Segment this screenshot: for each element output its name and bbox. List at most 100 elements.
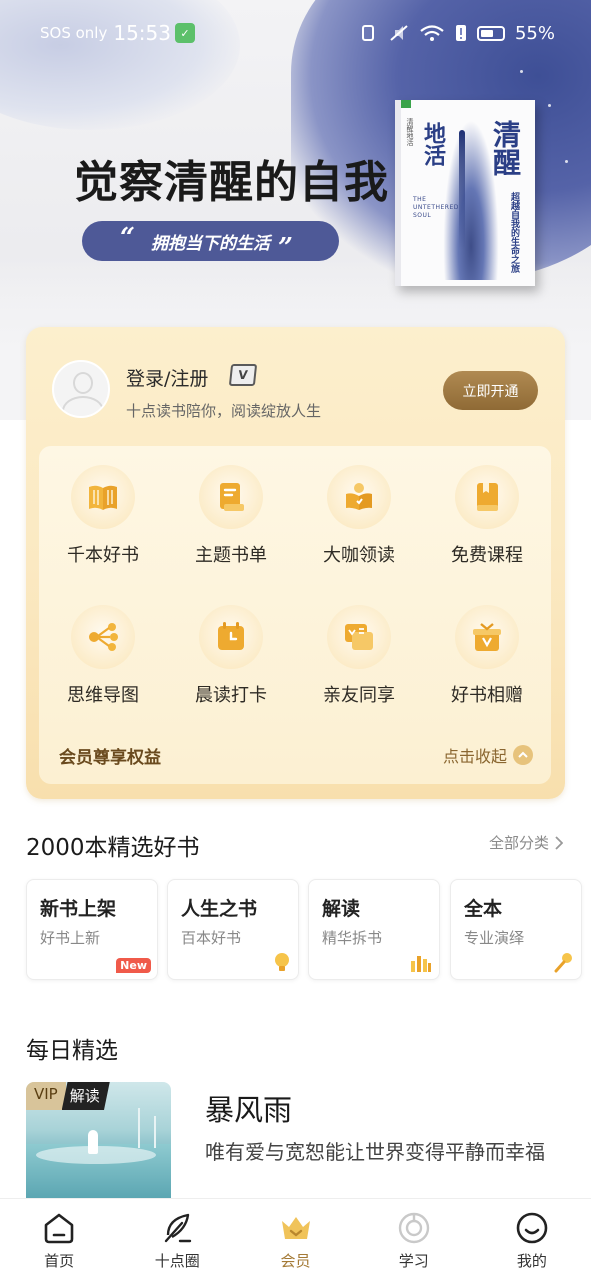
share-icon [345, 624, 373, 650]
tab-circle[interactable]: 十点圈 [118, 1199, 236, 1280]
category-card-full[interactable]: 全本 专业演绎 [450, 879, 582, 980]
mute-icon [390, 25, 408, 41]
category-subtitle: 好书上新 [40, 929, 101, 947]
bulb-icon [275, 953, 289, 971]
collapse-benefits-button[interactable]: 点击收起 [443, 743, 533, 767]
benefit-icon-bg [455, 465, 519, 529]
benefit-label: 晨读打卡 [195, 685, 267, 706]
tab-label: 学习 [398, 1252, 429, 1270]
avatar-head-shape [73, 372, 93, 394]
daily-picks-title: 每日精选 [26, 1038, 118, 1064]
bottom-tab-bar: 首页 十点圈 会员 学习 我的 [0, 1198, 591, 1280]
category-card-new[interactable]: 新书上架 好书上新 New [26, 879, 158, 980]
wifi-icon [420, 25, 444, 41]
avatar[interactable] [52, 360, 110, 418]
tab-mine[interactable]: 我的 [473, 1199, 591, 1280]
daily-book-thumbnail[interactable]: VIP 解读 [26, 1082, 171, 1200]
all-categories-link[interactable]: 全部分类 [489, 832, 563, 853]
benefits-panel: 千本好书 主题书单 大咖领读 免费课程 思维导图 晨读打卡 亲友同享 好书相赠 … [39, 446, 551, 784]
carrier-text: SOS only [40, 24, 108, 42]
thumb-figure [88, 1130, 98, 1154]
benefit-free-course[interactable]: 免费课程 [432, 465, 542, 567]
home-icon [44, 1213, 74, 1244]
course-book-icon [477, 483, 498, 511]
benefit-label: 免费课程 [451, 545, 523, 566]
chevron-up-icon [513, 745, 533, 765]
category-title: 人生之书 [181, 898, 258, 920]
vip-label: VIP [26, 1082, 66, 1110]
login-register-link[interactable]: 登录/注册 [126, 364, 208, 391]
open-quote-icon: “ [120, 223, 135, 253]
benefit-thousand-books[interactable]: 千本好书 [48, 465, 158, 567]
benefit-mind-map[interactable]: 思维导图 [48, 605, 158, 707]
publisher-logo [401, 100, 411, 108]
banner-star [520, 70, 523, 73]
battery-icon [476, 25, 505, 41]
member-subtitle: 十点读书陪你，阅读绽放人生 [126, 402, 322, 420]
tab-label: 十点圈 [154, 1252, 200, 1270]
chevron-right-icon [555, 835, 563, 850]
microphone-icon [554, 953, 572, 973]
book-title-left: 地活 [420, 122, 446, 166]
benefit-expert-reading[interactable]: 大咖领读 [304, 465, 414, 567]
banner-title: 觉察清醒的自我 [74, 157, 389, 208]
bars-icon [411, 956, 431, 972]
lead-reading-icon [346, 483, 372, 510]
tab-label: 首页 [44, 1252, 75, 1270]
interpret-label: 解读 [61, 1082, 110, 1110]
benefit-morning-checkin[interactable]: 晨读打卡 [176, 605, 286, 707]
battery-percent: 55% [514, 22, 555, 44]
category-subtitle: 精华拆书 [322, 929, 383, 947]
benefit-label: 好书相赠 [451, 685, 523, 706]
category-title: 新书上架 [40, 898, 117, 920]
book-title-small: 清醒地活 [406, 118, 414, 146]
status-bar: SOS only 15:53 ✓ 55% [0, 0, 591, 66]
vip-interpret-tag: VIP 解读 [26, 1082, 110, 1110]
daily-book-title[interactable]: 暴风雨 [205, 1087, 292, 1129]
open-membership-button[interactable]: 立即开通 [443, 371, 538, 410]
banner-star [548, 104, 551, 107]
smile-icon [516, 1212, 548, 1244]
open-book-icon [89, 485, 117, 510]
category-title: 全本 [464, 898, 503, 920]
benefit-icon-bg [327, 605, 391, 669]
category-card-life[interactable]: 人生之书 百本好书 [167, 879, 299, 980]
app-notification-icon: ✓ [175, 23, 195, 43]
banner-star [565, 160, 568, 163]
benefit-icon-bg [199, 605, 263, 669]
tab-home[interactable]: 首页 [0, 1199, 118, 1280]
banner-slogan: 拥抱当下的生活 [151, 233, 270, 254]
benefit-icon-bg [199, 465, 263, 529]
daily-book-description: 唯有爱与宽恕能让世界变得平静而幸福 [205, 1140, 545, 1164]
category-card-interpret[interactable]: 解读 精华拆书 [308, 879, 440, 980]
tab-member[interactable]: 会员 [236, 1199, 354, 1280]
target-icon [398, 1212, 429, 1244]
benefit-family-share[interactable]: 亲友同享 [304, 605, 414, 707]
banner-slogan-pill: “ 拥抱当下的生活 ” [82, 221, 339, 263]
category-title: 解读 [322, 898, 361, 920]
book-title-right: 清醒 [489, 120, 522, 176]
all-categories-label: 全部分类 [488, 834, 549, 852]
avatar-body-shape [62, 396, 104, 416]
category-subtitle: 百本好书 [181, 929, 242, 947]
vip-badge-icon: V [228, 364, 258, 386]
book-english-title: THE UNTETHERED SOUL [413, 196, 459, 219]
selected-books-title: 2000本精选好书 [26, 835, 200, 861]
benefit-icon-bg [71, 465, 135, 529]
benefit-gift-books[interactable]: 好书相赠 [432, 605, 542, 707]
tab-label: 会员 [280, 1252, 311, 1270]
clock-checkin-icon [218, 622, 244, 650]
gift-icon [473, 623, 501, 651]
book-subtitle: 超越自我的生命之旅 [509, 192, 519, 273]
benefit-theme-booklist[interactable]: 主题书单 [176, 465, 286, 567]
member-benefits-title: 会员尊享权益 [59, 748, 161, 768]
mind-map-icon [89, 623, 118, 651]
alert-sim-icon [455, 25, 466, 41]
cover-ink-stroke [459, 130, 465, 250]
benefit-label: 千本好书 [67, 545, 139, 566]
benefit-label: 大咖领读 [323, 545, 395, 566]
crown-icon [281, 1217, 310, 1239]
category-subtitle: 专业演绎 [464, 929, 525, 947]
feather-icon [165, 1213, 192, 1243]
tab-study[interactable]: 学习 [355, 1199, 473, 1280]
